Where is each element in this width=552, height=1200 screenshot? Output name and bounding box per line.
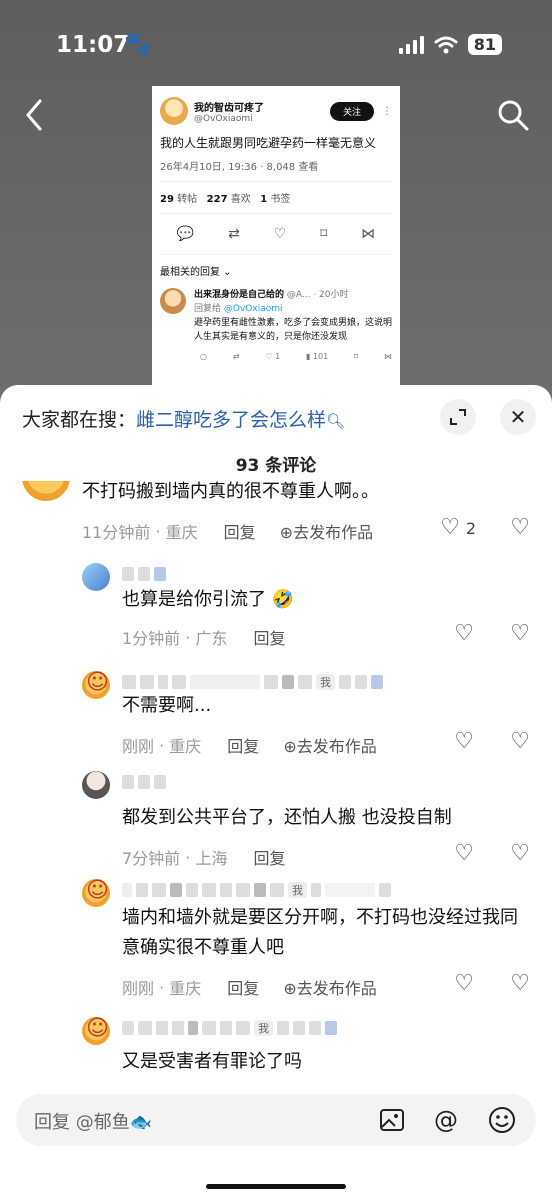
broken-heart-icon[interactable]: ♡ [510,621,530,646]
comment-meta: 1分钟前 · 广东 回复 [122,625,285,649]
me-tag: 我 [288,882,307,898]
comment-text: 又是受害者有罪论了吗 [122,1051,302,1072]
comment-text: 墙内和墙外就是要区分开啊，不打码也没经过我同意确实很不尊重人吧 [122,907,518,958]
comment-count-title: 93 条评论 [235,456,317,476]
avatar[interactable] [82,878,110,907]
close-icon: ✕ [509,405,527,429]
tweet-meta: 26年4月10日, 19:36 · 8,048 查看 [160,158,392,182]
comment-author-name: 我 [122,1019,337,1037]
comment-text: 不打码搬到墙内真的很不尊重人啊。。 [82,481,379,502]
tweet-text: 我的人生就跟男同吃避孕药一样毫无意义 [160,136,377,150]
close-button[interactable]: ✕ [500,399,536,435]
comment-text: 都发到公共平台了，还怕人搬 也没投自制 [122,807,452,828]
heart-icon[interactable]: ♡ [440,515,460,540]
status-indicators: 81 [398,34,502,55]
broken-heart-icon[interactable]: ♡ [510,729,530,754]
heart-icon[interactable]: ♡ [454,729,474,754]
signal-icon [398,35,424,54]
tweet-stats: 29 转帖 227 喜欢 1 书签 [160,182,392,214]
retweet-icon: ⇄ [228,226,240,242]
reply-button[interactable]: 回复 [224,519,256,543]
tweet-author-name: 我的智齿可疼了 [194,102,264,114]
expand-button[interactable] [440,399,476,435]
avatar[interactable] [82,771,110,799]
me-tag: 我 [254,1020,273,1036]
reply-button[interactable]: 回复 [227,975,259,999]
trending-search[interactable]: 大家都在搜：雌二醇吃多了会怎么样🔍︎ [22,405,345,432]
comment-list[interactable]: 不打码搬到墙内真的很不尊重人啊。。 11分钟前 · 重庆 回复 ⊕去发布作品 ♡… [0,481,552,1101]
at-icon[interactable]: @ [430,1104,462,1136]
avatar[interactable] [82,563,110,591]
comment-meta: 刚刚 · 重庆 回复 ⊕去发布作品 [122,975,377,999]
reply-input[interactable]: 回复 @郁鱼🐟 @ [16,1094,536,1146]
comment-author-name [122,565,166,583]
comment-author-name [122,773,166,791]
heart-icon[interactable]: ♡ [454,841,474,866]
me-tag: 我 [316,674,335,690]
comment-item: 我 又是受害者有罪论了吗 [0,1016,552,1097]
tweet-author-handle: @OvOxiaomi [194,113,253,124]
background-video-area: 11:07 🐾 81 我的智齿可疼了 @OvOxiaomi 关注 ⋮ 我的人生就… [0,0,552,400]
comment-sheet: 大家都在搜：雌二醇吃多了会怎么样🔍︎ ✕ 93 条评论 不打码搬到墙内真的很不尊… [0,385,552,1200]
wifi-icon [434,36,458,53]
broken-heart-icon[interactable]: ♡ [510,971,530,996]
bookmark-icon: ⌑ [320,226,328,242]
comment-meta: 刚刚 · 重庆 回复 ⊕去发布作品 [122,733,377,757]
comment-item: 都发到公共平台了，还怕人搬 也没投自制 7分钟前 · 上海 回复 ♡ ♡ [0,771,552,869]
emoji-icon[interactable] [486,1104,518,1136]
comment-author-name: 我 [122,881,391,899]
comment-item: 我 不需要啊... 刚刚 · 重庆 回复 ⊕去发布作品 ♡ ♡ [0,670,552,767]
reply-actions: ○ ⇄ ♡ 1 ▮ 101 ⌑ ⋈ [200,352,392,361]
paw-icon: 🐾 [124,32,152,57]
comment-item: 也算是给你引流了 🤣 1分钟前 · 广东 回复 ♡ ♡ [0,563,552,653]
tweet-actions: 💬 ⇄ ♡ ⌑ ⋈ [160,214,392,255]
tweet-reply: 出来混身份是自己给的 @A... · 20小时 回复给 @OvOxiaomi 避… [160,288,392,344]
reply-input-placeholder: 回复 @郁鱼🐟 [34,1112,153,1133]
status-bar: 11:07 🐾 81 [0,22,552,66]
more-icon: ⋮ [382,105,392,117]
search-term-link[interactable]: 雌二醇吃多了会怎么样 [136,409,326,431]
reply-sort-label: 最相关的回复 ⌄ [160,267,232,278]
comment-text: 不需要啊... [122,695,212,716]
avatar[interactable] [82,1016,110,1045]
tweet-screenshot: 我的智齿可疼了 @OvOxiaomi 关注 ⋮ 我的人生就跟男同吃避孕药一样毫无… [152,86,400,386]
comment-icon: 💬 [176,226,195,242]
avatar[interactable] [82,670,110,699]
image-icon[interactable] [376,1104,408,1136]
battery-indicator: 81 [467,34,502,55]
publish-work-button[interactable]: ⊕去发布作品 [280,519,373,543]
heart-icon: ♡ [273,226,287,242]
reply-button[interactable]: 回复 [253,625,285,649]
publish-work-button[interactable]: ⊕去发布作品 [283,975,376,999]
search-prefix: 大家都在搜： [22,409,137,431]
comment-meta: 7分钟前 · 上海 回复 [122,845,285,869]
tweet-header: 我的智齿可疼了 @OvOxiaomi 关注 ⋮ [160,92,392,130]
comment-author-name: 我 [122,673,383,691]
search-icon: 🔍︎ [326,412,346,430]
comment-text: 也算是给你引流了 🤣 [122,589,295,610]
like-count: 2 [465,519,476,538]
publish-work-button[interactable]: ⊕去发布作品 [283,733,376,757]
heart-icon[interactable]: ♡ [454,621,474,646]
expand-icon [450,409,466,425]
comment-item: 不打码搬到墙内真的很不尊重人啊。。 11分钟前 · 重庆 回复 ⊕去发布作品 ♡… [0,481,552,557]
home-indicator [206,1184,346,1189]
broken-heart-icon[interactable]: ♡ [510,841,530,866]
status-time: 11:07 [56,32,130,58]
comment-meta: 11分钟前 · 重庆 回复 ⊕去发布作品 [82,519,373,543]
share-icon: ⋈ [361,226,376,242]
reply-author-name: 出来混身份是自己给的 [194,290,285,300]
avatar[interactable] [22,481,70,501]
follow-button: 关注 [329,101,374,121]
avatar [160,288,186,314]
chevron-left-icon[interactable] [20,95,50,135]
broken-heart-icon[interactable]: ♡ [510,515,530,540]
reply-button[interactable]: 回复 [253,845,285,869]
comment-item: 我 墙内和墙外就是要区分开啊，不打码也没经过我同意确实很不尊重人吧 刚刚 · 重… [0,878,552,1005]
heart-icon[interactable]: ♡ [454,971,474,996]
avatar [160,97,188,125]
reply-text: 避孕药里有雌性激素，吃多了会变成男娘，这说明人生其实是有意义的，只是你还没发现 [194,318,393,342]
search-icon[interactable] [496,98,530,132]
reply-button[interactable]: 回复 [227,733,259,757]
